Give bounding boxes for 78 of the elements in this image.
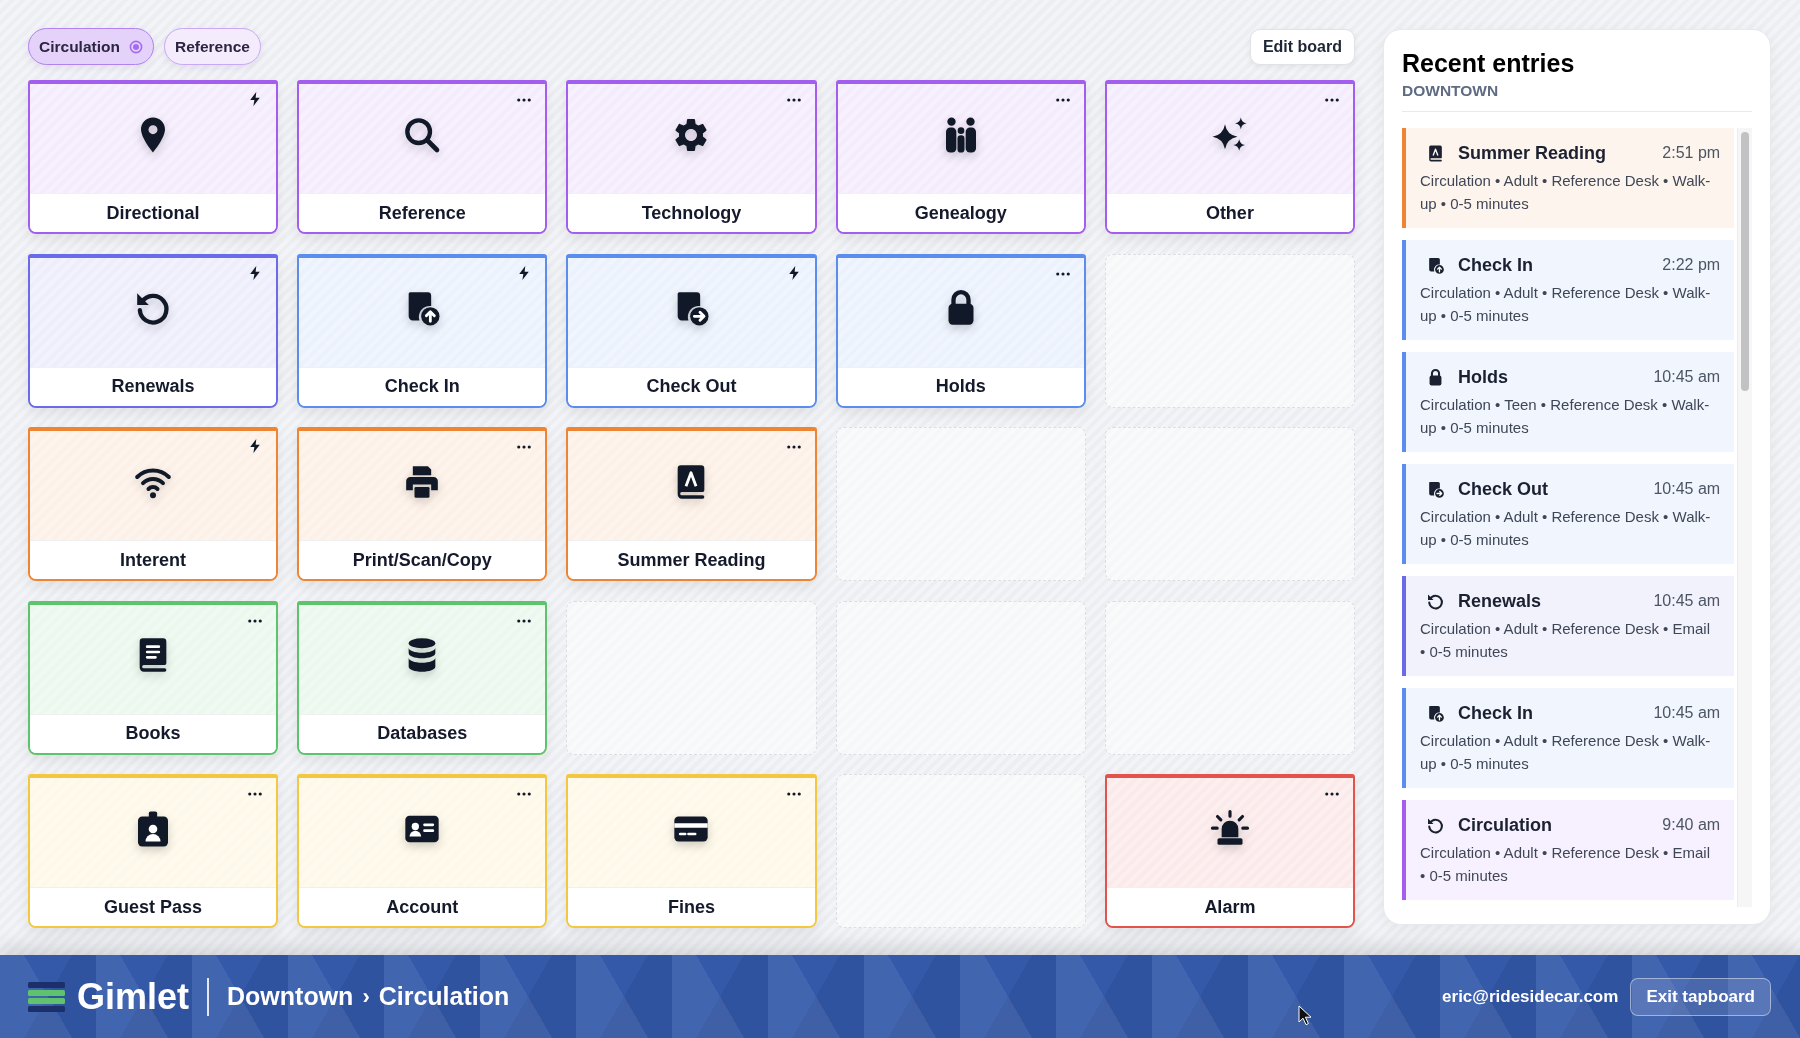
book-up-arrow-icon xyxy=(1426,255,1445,275)
entry-title: Check In xyxy=(1458,702,1534,724)
board-tab[interactable]: Reference xyxy=(163,28,261,65)
category-tile[interactable]: Guest Pass xyxy=(28,774,279,928)
entry-title: Holds xyxy=(1458,366,1508,388)
breadcrumb-item[interactable]: Circulation xyxy=(378,982,510,1011)
selected-dot-icon xyxy=(128,39,143,54)
scrollbar-thumb[interactable] xyxy=(1741,132,1749,391)
category-tile[interactable]: Account xyxy=(297,774,548,928)
category-tile[interactable]: Other xyxy=(1104,80,1355,234)
more-icon[interactable] xyxy=(248,618,263,623)
category-tile[interactable]: Holds xyxy=(835,253,1086,408)
category-tile[interactable]: Summer Reading xyxy=(566,427,817,581)
entry-title: Renewals xyxy=(1458,590,1542,612)
location-label: DOWNTOWN xyxy=(1402,81,1499,101)
more-icon[interactable] xyxy=(517,792,532,796)
category-tile[interactable]: Databases xyxy=(297,600,548,755)
entry-card[interactable]: Check In 2:22 pm Circulation • Adult • Reference Desk • Walk-up • 0-5 minutes xyxy=(1402,240,1735,340)
entry-title: Check Out xyxy=(1458,478,1549,500)
book-up-arrow-icon xyxy=(1426,703,1445,723)
category-tile[interactable]: Books xyxy=(28,600,279,755)
entry-card[interactable]: Renewals 10:45 am Circulation • Adult • Reference Desk • Email • 0-5 minutes xyxy=(1402,576,1735,676)
entry-details: Circulation • Teen • Reference Desk • Walk-up • 0-5 minutes xyxy=(1420,395,1711,438)
entry-title: Summer Reading xyxy=(1458,142,1607,164)
book-right-arrow-icon xyxy=(1426,479,1445,499)
more-icon[interactable] xyxy=(786,445,801,449)
entry-time: 10:45 am xyxy=(1653,480,1721,498)
category-tile[interactable]: Check In xyxy=(297,253,548,408)
category-tile[interactable]: Directional xyxy=(28,80,279,234)
category-tile[interactable]: Print/Scan/Copy xyxy=(297,427,548,581)
category-tile[interactable]: Genealogy xyxy=(835,80,1086,234)
mouse-cursor-icon xyxy=(1298,1005,1312,1026)
entry-card[interactable]: Check Out 10:45 am Circulation • Adult • Reference Desk • Walk-up • 0-5 minutes xyxy=(1402,464,1735,564)
more-icon[interactable] xyxy=(1055,98,1070,102)
entry-details: Circulation • Adult • Reference Desk • Walk-up • 0-5 minutes xyxy=(1420,731,1712,774)
category-tile[interactable]: Alarm xyxy=(1104,774,1355,928)
entry-details: Circulation • Adult • Reference Desk • Walk-up • 0-5 minutes xyxy=(1420,507,1712,550)
entry-title: Check In xyxy=(1458,254,1534,276)
more-icon[interactable] xyxy=(1055,271,1070,276)
stacked-bars-logo-icon xyxy=(28,981,65,1012)
brand-name: Gimlet xyxy=(77,975,190,1018)
entry-time: 10:45 am xyxy=(1653,592,1721,610)
breadcrumb-item[interactable]: Downtown xyxy=(227,982,354,1011)
more-icon[interactable] xyxy=(1325,792,1339,796)
user-email: eric@ridesidecar.com xyxy=(1442,986,1619,1007)
entry-time: 2:51 pm xyxy=(1662,144,1721,162)
entry-card[interactable]: Holds 10:45 am Circulation • Teen • Reference Desk • Walk-up • 0-5 minutes xyxy=(1402,352,1735,452)
entry-time: 10:45 am xyxy=(1653,368,1721,386)
edit-board-button[interactable]: Edit board xyxy=(1249,28,1355,65)
more-icon[interactable] xyxy=(1325,98,1339,102)
more-icon[interactable] xyxy=(517,445,532,449)
more-icon[interactable] xyxy=(786,98,801,102)
board-tab[interactable]: Circulation xyxy=(28,28,154,65)
category-tile[interactable]: Fines xyxy=(566,774,817,928)
entry-time: 9:40 am xyxy=(1662,816,1721,834)
book-icon xyxy=(1426,143,1445,163)
entry-card[interactable]: Circulation 9:40 am Circulation • Adult • Reference Desk • Email • 0-5 minutes xyxy=(1402,800,1735,900)
more-icon[interactable] xyxy=(517,618,532,623)
category-tile[interactable]: Technology xyxy=(566,80,817,234)
entry-details: Circulation • Adult • Reference Desk • Email • 0-5 minutes xyxy=(1420,843,1712,886)
category-tile[interactable]: Reference xyxy=(297,80,548,234)
entry-details: Circulation • Adult • Reference Desk • Email • 0-5 minutes xyxy=(1420,619,1712,662)
entry-time: 10:45 am xyxy=(1653,704,1721,722)
category-tile[interactable]: Check Out xyxy=(566,253,817,408)
breadcrumb-separator: › xyxy=(362,983,370,1010)
entry-details: Circulation • Adult • Reference Desk • Walk-up • 0-5 minutes xyxy=(1420,283,1712,326)
entry-card[interactable]: Check In 10:45 am Circulation • Adult • Reference Desk • Walk-up • 0-5 minutes xyxy=(1402,688,1735,788)
category-tile[interactable]: Renewals xyxy=(28,253,279,408)
entry-title: Circulation xyxy=(1458,814,1552,836)
more-icon[interactable] xyxy=(248,792,263,796)
more-icon[interactable] xyxy=(517,98,532,102)
exit-tapboard-button[interactable]: Exit tapboard xyxy=(1630,977,1771,1016)
more-icon[interactable] xyxy=(786,792,801,796)
entry-details: Circulation • Adult • Reference Desk • Walk-up • 0-5 minutes xyxy=(1420,171,1712,214)
entry-time: 2:22 pm xyxy=(1662,256,1721,274)
entry-card[interactable]: Summer Reading 2:51 pm Circulation • Adult • Reference Desk • Walk-up • 0-5 minutes xyxy=(1402,128,1735,228)
panel-title: Recent entries xyxy=(1402,48,1575,78)
category-tile[interactable]: Interent xyxy=(28,427,279,581)
